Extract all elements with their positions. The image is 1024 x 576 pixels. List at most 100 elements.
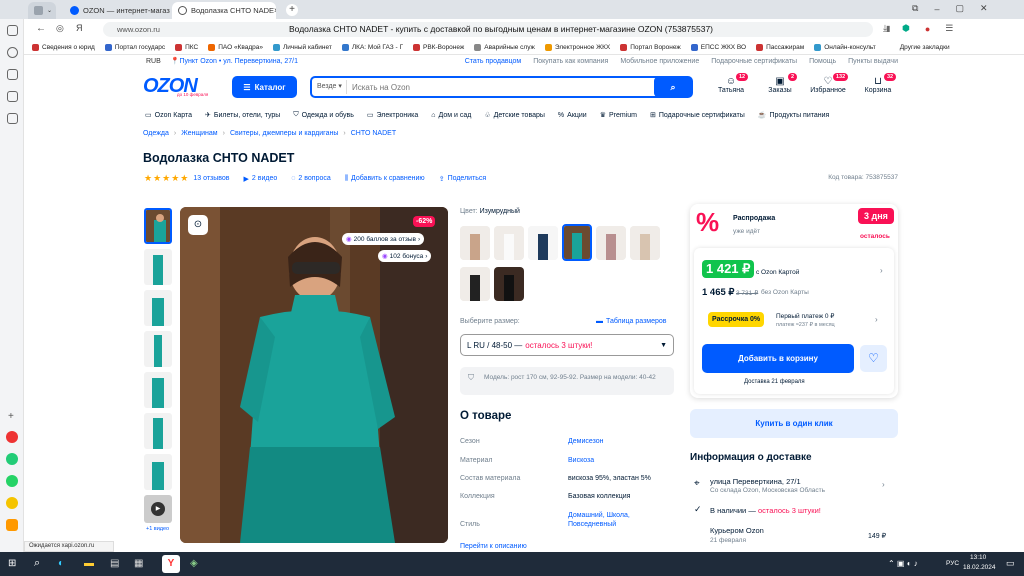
- buy-one-click-button[interactable]: Купить в один клик: [690, 409, 898, 438]
- extension-icon[interactable]: ⬢: [902, 23, 910, 34]
- help-link[interactable]: Помощь: [809, 58, 836, 65]
- new-tab-button[interactable]: +: [286, 4, 298, 16]
- minimize-icon[interactable]: –: [934, 4, 939, 14]
- maximize-icon[interactable]: ▢: [955, 3, 964, 14]
- bookmark-item[interactable]: Электронное ЖКХ: [544, 43, 610, 51]
- delivery-address[interactable]: улица Переверткина, 27/1: [710, 477, 801, 486]
- menu-icon[interactable]: ☰: [945, 23, 953, 34]
- buy-as-company-link[interactable]: Покупать как компания: [533, 58, 608, 65]
- nav-electronics[interactable]: ▭ Электроника: [367, 111, 418, 120]
- history-icon[interactable]: [7, 47, 18, 58]
- sidebar-home-icon[interactable]: [7, 25, 18, 36]
- clock-date[interactable]: 18.02.2024: [963, 564, 996, 571]
- bookmark-item[interactable]: ПАО «Квадра»: [208, 43, 263, 51]
- nav-home-garden[interactable]: ⌂ Дом и сад: [431, 112, 471, 119]
- orders-button[interactable]: ▣ Заказы 2: [762, 73, 798, 94]
- bookmark-item[interactable]: Портал государс: [104, 43, 165, 51]
- add-icon[interactable]: +: [8, 411, 14, 422]
- folder-icon[interactable]: ▬: [84, 558, 94, 569]
- gallery-thumb[interactable]: [144, 413, 172, 449]
- share-link[interactable]: Поделиться: [448, 175, 487, 182]
- nav-tickets[interactable]: ✈ Билеты, отели, туры: [205, 111, 280, 120]
- profile-icon[interactable]: ●: [925, 24, 930, 34]
- search-button[interactable]: ⌕: [654, 77, 692, 97]
- videos-link[interactable]: 2 видео: [252, 175, 277, 182]
- breadcrumb-item[interactable]: Свитеры, джемперы и кардиганы: [230, 130, 338, 137]
- cart-button[interactable]: ⊔ Корзина 32: [860, 73, 897, 94]
- clock-time[interactable]: 13:10: [970, 554, 986, 561]
- bookmark-item[interactable]: ЕПСС ЖКХ ВО: [690, 43, 746, 51]
- bookmark-item[interactable]: Онлайн-консульт: [814, 43, 876, 51]
- chevron-right-icon[interactable]: ›: [880, 266, 883, 275]
- windows-start-icon[interactable]: ⊞: [8, 558, 16, 569]
- tab-product[interactable]: Водолазка CHTO NADE ×: [172, 2, 276, 19]
- profile-button[interactable]: ☺ Татьяна 12: [712, 73, 750, 94]
- nav-premium[interactable]: ♛ Premium: [600, 111, 637, 120]
- gift-cards-link[interactable]: Подарочные сертификаты: [711, 58, 797, 65]
- downloads-icon[interactable]: ⤓: [883, 23, 887, 34]
- color-swatch[interactable]: [494, 226, 524, 260]
- bonus-badge[interactable]: ◉ 102 бонуса ›: [378, 250, 432, 262]
- breadcrumb-item[interactable]: Женщинам: [181, 130, 217, 137]
- color-swatch[interactable]: [460, 226, 490, 260]
- bookmark-item[interactable]: Сведения о юрид: [32, 43, 95, 51]
- favorite-heart-button[interactable]: ♡: [860, 345, 887, 372]
- notifications-icon[interactable]: ▭: [1006, 558, 1015, 569]
- chevron-right-icon[interactable]: ›: [882, 480, 885, 489]
- color-swatch[interactable]: [630, 226, 660, 260]
- attr-value-link[interactable]: Вискоза: [568, 457, 594, 464]
- bookmark-item[interactable]: ПКС: [175, 43, 198, 51]
- size-select[interactable]: L RU / 48-50 — осталось 3 штуки! ▼: [460, 334, 674, 356]
- installment-badge[interactable]: Рассрочка 0%: [708, 312, 765, 327]
- video-thumb[interactable]: ▶: [144, 495, 172, 523]
- ozon-logo[interactable]: OZON до 10 февраля: [143, 75, 213, 99]
- app-icon[interactable]: ◈: [190, 558, 198, 569]
- tabs-overview-button[interactable]: ⌄: [28, 2, 56, 19]
- gallery-thumb[interactable]: [144, 290, 172, 326]
- bookmark-item[interactable]: Портал Воронеж: [620, 43, 681, 51]
- other-bookmarks[interactable]: Другие закладки: [900, 44, 950, 51]
- edge-icon[interactable]: ◐: [58, 558, 64, 569]
- search-input[interactable]: [352, 81, 642, 93]
- rating-stars-icon[interactable]: ★★★★★: [144, 173, 189, 184]
- mobile-app-link[interactable]: Мобильное приложение: [620, 58, 699, 65]
- bookmark-item[interactable]: Аварийные служ: [474, 43, 535, 51]
- add-to-cart-button[interactable]: Добавить в корзину: [702, 344, 854, 373]
- apps-icon[interactable]: [7, 113, 18, 124]
- color-swatch[interactable]: [528, 226, 558, 260]
- pickup-point-link[interactable]: Пункт Ozon • ул. Переверткина, 27/1: [180, 58, 299, 65]
- attr-value-link[interactable]: Домашний, Школа, Повседневный: [568, 511, 648, 529]
- gallery-thumb[interactable]: [144, 454, 172, 490]
- url-field[interactable]: www.ozon.ru Водолазка CHTO NADET - купит…: [103, 22, 890, 37]
- close-window-icon[interactable]: ✕: [980, 3, 988, 14]
- compare-link[interactable]: Добавить к сравнению: [351, 175, 425, 182]
- tray-icons[interactable]: ⌃ ▣ ◐ ♪: [888, 559, 918, 568]
- video-thumb-label[interactable]: +1 видео: [146, 526, 169, 532]
- breadcrumb-item[interactable]: CHTO NADET: [351, 130, 396, 137]
- nav-ozon-card[interactable]: ▭ Ozon Карта: [145, 111, 192, 120]
- app-icon[interactable]: [6, 519, 18, 531]
- gallery-thumb[interactable]: [144, 331, 172, 367]
- close-icon[interactable]: ×: [274, 6, 276, 15]
- become-seller-link[interactable]: Стать продавцом: [465, 58, 521, 65]
- review-points-badge[interactable]: ◉ 200 баллов за отзыв ›: [342, 233, 425, 245]
- color-swatch-selected[interactable]: [562, 224, 592, 261]
- reviews-link[interactable]: 13 отзывов: [193, 175, 229, 182]
- chevron-right-icon[interactable]: ›: [875, 315, 878, 324]
- color-swatch[interactable]: [494, 267, 524, 301]
- back-icon[interactable]: ←: [36, 23, 46, 34]
- gallery-thumb[interactable]: [144, 249, 172, 285]
- app-icon[interactable]: ▤: [110, 558, 119, 569]
- bookmark-item[interactable]: Пассажирам: [756, 43, 804, 51]
- pickup-points-link[interactable]: Пункты выдачи: [848, 58, 898, 65]
- zoom-icon[interactable]: ⊙: [188, 215, 208, 235]
- app-icon[interactable]: [6, 453, 18, 465]
- size-table-link[interactable]: ▬ Таблица размеров: [596, 318, 667, 325]
- search-scope-select[interactable]: Везде ▾: [317, 82, 342, 90]
- bookmark-item[interactable]: Личный кабинет: [272, 43, 332, 51]
- whatsapp-icon[interactable]: [6, 475, 18, 487]
- app-icon[interactable]: ▦: [134, 558, 143, 569]
- gallery-thumb[interactable]: [144, 372, 172, 408]
- language-indicator[interactable]: РУС: [946, 560, 959, 567]
- color-swatch[interactable]: [460, 267, 490, 301]
